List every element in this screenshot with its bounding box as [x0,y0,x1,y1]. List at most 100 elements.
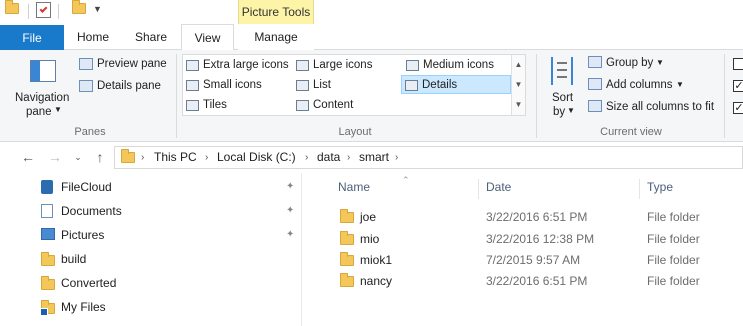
chevron-right-icon[interactable]: › [141,147,144,168]
layout-large-icons[interactable]: Large icons [293,56,401,75]
documents-icon [41,204,53,218]
customize-toolbar-icon[interactable]: ▼ [93,4,102,14]
toolbar-divider [28,4,29,19]
content-icon [296,100,309,111]
layout-medium-icons[interactable]: Medium icons [403,56,511,75]
properties-icon[interactable] [36,2,51,18]
tiles-icon [186,100,199,111]
navigation-pane-icon [30,60,56,82]
layout-option-label: Details [422,79,458,91]
tab-file[interactable]: File [0,25,64,50]
forward-arrow-icon[interactable]: → [47,149,63,165]
preview-pane-label: Preview pane [97,58,167,70]
nav-item-pictures[interactable]: Pictures ✦ [38,223,300,247]
file-type: File folder [647,210,700,224]
sort-by-button[interactable]: Sort by ▼ [543,54,583,120]
file-row[interactable]: joe 3/22/2016 6:51 PM File folder [338,206,743,228]
show-hide-checkbox[interactable] [733,58,743,70]
nav-item-filecloud[interactable]: FileCloud ✦ [38,175,300,199]
title-bar: ▼ Picture Tools [0,0,743,26]
file-row[interactable]: nancy 3/22/2016 6:51 PM File folder [338,270,743,292]
size-all-columns-button[interactable]: Size all columns to fit [586,98,721,116]
pin-icon[interactable]: ✦ [286,181,294,192]
recent-locations-icon[interactable]: ⌄ [70,149,86,165]
group-divider [536,54,537,138]
chevron-right-icon[interactable]: › [305,147,308,168]
file-type: File folder [647,232,700,246]
pin-icon[interactable]: ✦ [286,229,294,240]
layout-option-label: Medium icons [423,59,494,71]
toolbar-divider [58,4,59,19]
tab-share[interactable]: Share [122,24,180,50]
preview-pane-button[interactable]: Preview pane [76,55,171,73]
layout-option-label: Small icons [203,79,262,91]
folder-icon [5,0,19,14]
file-type: File folder [647,274,700,288]
myfiles-icon [40,300,55,316]
layout-option-label: List [313,79,331,91]
chevron-up-icon[interactable]: ▲ [512,55,525,75]
address-bar[interactable]: › This PC › Local Disk (C:) › data › sma… [114,146,743,169]
up-arrow-icon[interactable]: ↑ [92,149,108,165]
navigation-pane-label-2: pane [26,106,52,118]
nav-item-documents[interactable]: Documents ✦ [38,199,300,223]
layout-tiles[interactable]: Tiles [183,96,293,115]
column-divider[interactable] [478,179,479,199]
file-row[interactable]: mio 3/22/2016 12:38 PM File folder [338,228,743,250]
picture-tools-context-label: Picture Tools [238,0,314,26]
new-folder-icon[interactable] [72,0,86,14]
navigation-bar: ← → ⌄ ↑ › This PC › Local Disk (C:) › da… [0,142,743,173]
group-by-icon [588,56,602,68]
layout-option-label: Tiles [203,99,227,111]
file-row[interactable]: miok1 7/2/2015 9:57 AM File folder [338,249,743,271]
file-name: mio [360,232,380,246]
file-type: File folder [647,253,700,267]
panes-group-label: Panes [74,126,106,138]
back-arrow-icon[interactable]: ← [20,149,36,165]
folder-icon [340,273,354,287]
folder-icon [340,209,354,223]
layout-content[interactable]: Content [293,96,401,115]
nav-item-label: build [61,252,87,266]
tab-view[interactable]: View [181,24,234,51]
layout-details[interactable]: Details [401,75,511,94]
gallery-scrollbar[interactable]: ▲ ▼ ▼ [511,55,525,115]
column-header-date[interactable]: Date [486,173,636,201]
column-divider[interactable] [639,179,640,199]
breadcrumb-data[interactable]: data [317,147,340,168]
details-pane-button[interactable]: Details pane [76,77,171,95]
chevron-right-icon[interactable]: › [347,147,350,168]
layout-list[interactable]: List [293,76,401,95]
chevron-right-icon[interactable]: › [395,147,398,168]
expand-gallery-icon[interactable]: ▼ [512,95,525,115]
show-hide-checkbox[interactable]: ✓ [733,80,743,92]
pin-icon[interactable]: ✦ [286,205,294,216]
file-list: ⌃ Name Date Type joe 3/22/2016 6:51 PM F… [302,173,743,326]
layout-extra-large-icons[interactable]: Extra large icons [183,56,293,75]
navigation-pane-button[interactable]: Navigation pane ▼ [10,56,74,122]
tab-home[interactable]: Home [66,24,120,50]
chevron-right-icon[interactable]: › [205,147,208,168]
breadcrumb-this-pc[interactable]: This PC [154,147,197,168]
add-columns-button[interactable]: Add columns ▼ [586,76,696,94]
sort-by-label-2: by [553,106,566,118]
breadcrumb-local-disk[interactable]: Local Disk (C:) [217,147,296,168]
details-pane-label: Details pane [97,80,161,92]
breadcrumb-smart[interactable]: smart [359,147,389,168]
navigation-pane: FileCloud ✦ Documents ✦ Pictures ✦ build… [0,173,302,326]
nav-item-label: FileCloud [61,180,112,194]
column-header-name[interactable]: Name [338,173,478,201]
chevron-down-icon[interactable]: ▼ [512,75,525,95]
layout-small-icons[interactable]: Small icons [183,76,293,95]
show-hide-checkbox[interactable]: ✓ [733,102,743,114]
nav-item-my-files[interactable]: My Files [38,295,300,319]
file-date: 3/22/2016 12:38 PM [486,232,595,246]
extra-large-icons-icon [186,60,199,71]
tab-manage[interactable]: Manage [238,24,314,50]
file-date: 3/22/2016 6:51 PM [486,274,588,288]
nav-item-build[interactable]: build [38,247,300,271]
nav-item-converted[interactable]: Converted [38,271,300,295]
folder-icon [340,252,354,266]
group-by-button[interactable]: Group by ▼ [586,54,696,72]
column-header-type[interactable]: Type [647,173,737,201]
